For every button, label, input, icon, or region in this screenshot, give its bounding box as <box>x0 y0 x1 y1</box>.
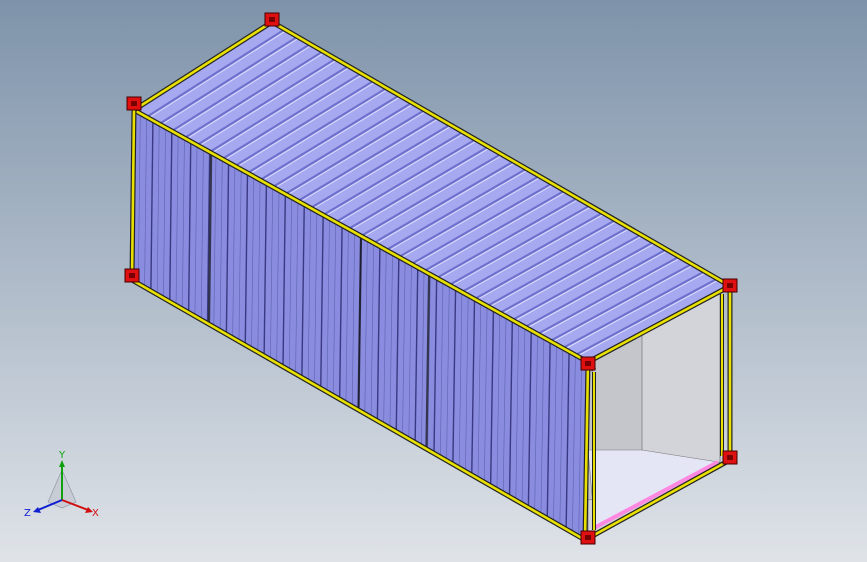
corner-casting-hole <box>129 273 135 278</box>
corner-casting-hole <box>727 455 733 460</box>
cad-scene[interactable]: Y X Z <box>0 0 867 562</box>
corner-casting-hole <box>585 361 591 366</box>
x-axis-label: X <box>92 508 99 519</box>
z-axis-label: Z <box>24 508 31 519</box>
corner-casting-hole <box>727 283 733 288</box>
corner-casting-hole <box>269 17 275 22</box>
y-axis-label: Y <box>58 450 66 461</box>
cad-viewport[interactable]: Y X Z <box>0 0 867 562</box>
corner-casting-hole <box>585 535 591 540</box>
corner-casting-hole <box>131 101 137 106</box>
